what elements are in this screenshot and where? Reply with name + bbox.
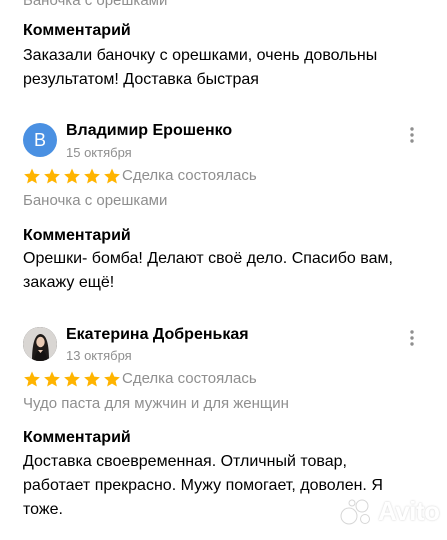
comment-title: Комментарий bbox=[23, 429, 131, 446]
comment-title: Комментарий bbox=[23, 227, 131, 244]
comment-text: Заказали баночку с орешками, очень довол… bbox=[23, 47, 378, 88]
avito-logo-icon bbox=[340, 499, 370, 524]
star-icon bbox=[44, 168, 60, 184]
star-icon bbox=[64, 168, 80, 184]
star-icon bbox=[84, 168, 100, 184]
review-product: Баночка с орешками bbox=[23, 192, 168, 209]
deal-status: Сделка состоялась bbox=[122, 370, 257, 387]
more-vertical-icon bbox=[410, 127, 414, 143]
review-product: Баночка с орешками bbox=[23, 0, 168, 9]
star-icon bbox=[44, 371, 60, 387]
star-icon bbox=[64, 371, 80, 387]
deal-status: Сделка состоялась bbox=[122, 167, 257, 184]
review-author-name[interactable]: Владимир Ерошенко bbox=[66, 122, 232, 140]
star-rating bbox=[23, 167, 121, 185]
more-vertical-icon bbox=[410, 330, 414, 346]
comment-title: Комментарий bbox=[23, 22, 131, 39]
star-icon bbox=[84, 371, 100, 387]
star-icon bbox=[24, 168, 40, 184]
avito-watermark-text: Avito bbox=[378, 496, 440, 526]
star-icon bbox=[104, 168, 120, 184]
avatar[interactable] bbox=[23, 327, 57, 361]
avatar[interactable]: В bbox=[23, 123, 57, 157]
avatar-letter: В bbox=[33, 129, 46, 150]
star-icon bbox=[24, 371, 40, 387]
review-product: Чудо паста для мужчин и для женщин bbox=[23, 395, 289, 412]
user-photo-avatar bbox=[23, 327, 57, 361]
star-rating bbox=[23, 370, 121, 388]
avito-watermark: Avito bbox=[340, 496, 440, 527]
star-icon bbox=[104, 371, 120, 387]
review-date: 13 октября bbox=[66, 348, 132, 363]
comment-text: Орешки- бомба! Делают своё дело. Спасибо… bbox=[23, 250, 393, 291]
more-options-button[interactable] bbox=[404, 328, 420, 348]
review-date: 15 октября bbox=[66, 145, 132, 160]
review-author-name[interactable]: Екатерина Добренькая bbox=[66, 326, 249, 344]
more-options-button[interactable] bbox=[404, 125, 420, 145]
